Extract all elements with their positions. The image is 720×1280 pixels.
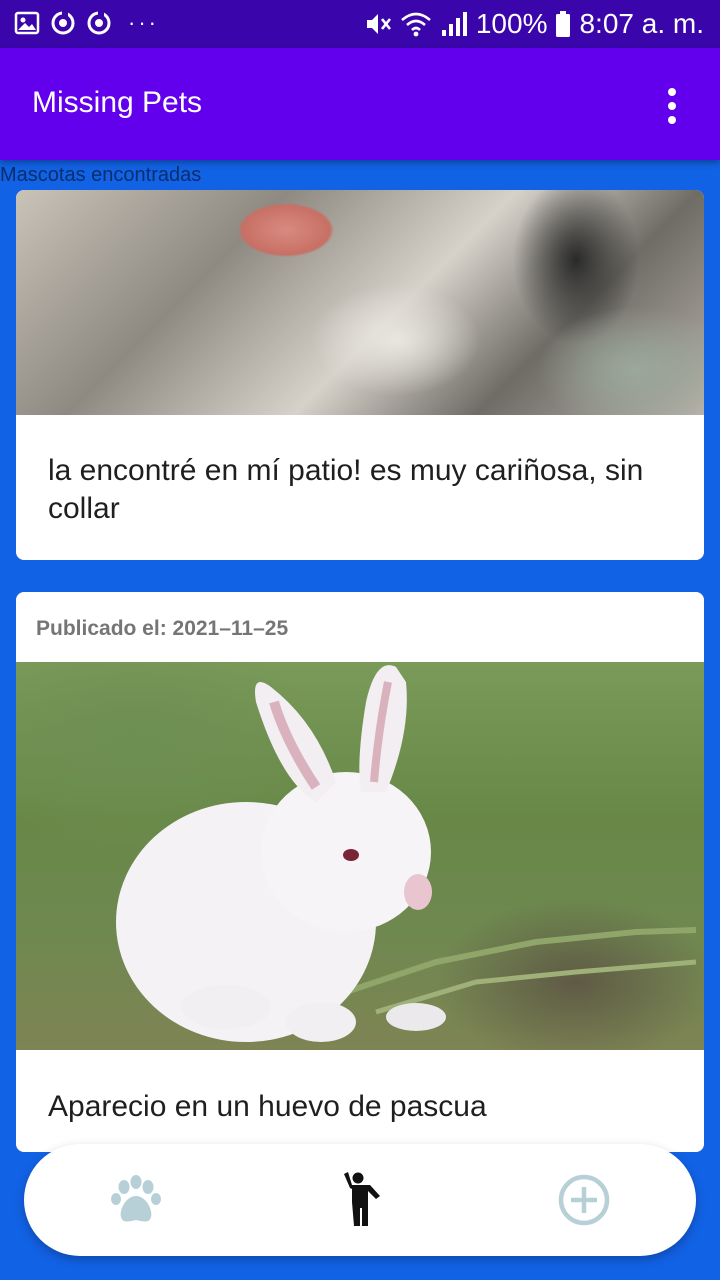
clock: 8:07 a. m. bbox=[579, 8, 704, 39]
status-bar: ··· 100% 8:07 a. m. bbox=[0, 0, 720, 48]
app-title: Missing Pets bbox=[32, 86, 203, 119]
paw-icon bbox=[111, 1175, 161, 1222]
status-left-icons: ··· bbox=[14, 9, 159, 37]
rabbit-illustration bbox=[116, 665, 697, 1042]
section-label: Mascotas encontradas bbox=[0, 164, 202, 186]
sync-icon bbox=[87, 11, 111, 35]
mute-icon bbox=[366, 14, 391, 34]
more-dots-icon: ··· bbox=[128, 10, 159, 35]
menu-dot bbox=[668, 102, 676, 110]
nav-add-button[interactable] bbox=[554, 1170, 614, 1230]
post-card[interactable]: la encontré en mí patio! es muy cariñosa… bbox=[16, 190, 704, 560]
app-bar: Missing Pets bbox=[0, 48, 720, 160]
signal-icon bbox=[441, 12, 467, 36]
post-card[interactable]: Publicado el: 2021–11–25 Aparecio en un … bbox=[16, 592, 704, 1152]
white-rabbit-photo bbox=[16, 662, 704, 1050]
post-description: la encontré en mí patio! es muy cariñosa… bbox=[48, 454, 644, 525]
cat-photo bbox=[16, 190, 704, 415]
menu-dot bbox=[668, 88, 676, 96]
status-right-icons: 100% 8:07 a. m. bbox=[364, 8, 704, 40]
nav-found-button[interactable] bbox=[330, 1170, 390, 1230]
battery-percent: 100% bbox=[475, 8, 548, 39]
menu-dot bbox=[668, 116, 676, 124]
sync-icon bbox=[51, 11, 75, 35]
more-vert-icon[interactable] bbox=[652, 84, 692, 128]
battery-icon bbox=[556, 11, 571, 37]
post-description: Aparecio en un huevo de pascua bbox=[48, 1090, 487, 1123]
wifi-icon bbox=[401, 12, 431, 37]
post-date: Publicado el: 2021–11–25 bbox=[36, 617, 289, 640]
bottom-navigation bbox=[24, 1144, 696, 1256]
person-icon bbox=[344, 1172, 380, 1226]
image-icon bbox=[14, 11, 40, 35]
add-circle-icon bbox=[558, 1174, 610, 1226]
nav-pets-button[interactable] bbox=[106, 1170, 166, 1230]
